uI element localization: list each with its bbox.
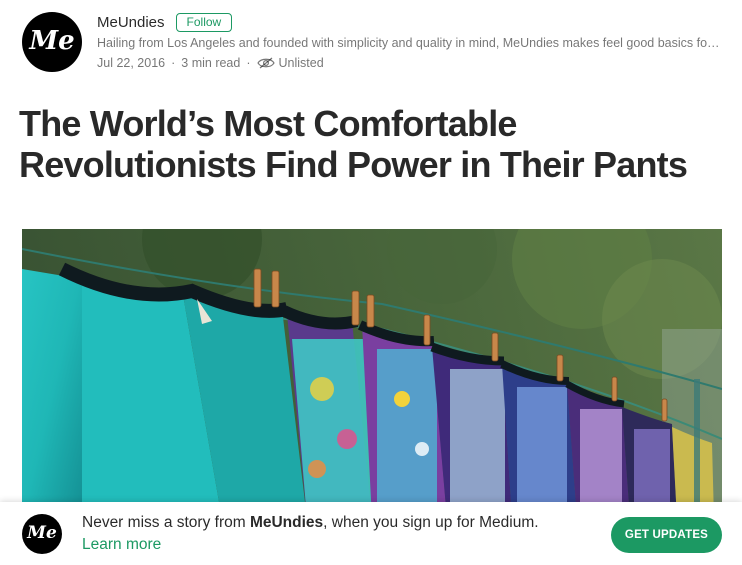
author-name-link[interactable]: MeUndies [97, 14, 165, 31]
follow-button[interactable]: Follow [175, 12, 233, 32]
article-title-line-1: The World’s Most Comfortable [19, 103, 517, 144]
visibility-label: Unlisted [278, 56, 324, 70]
post-date[interactable]: Jul 22, 2016 [97, 56, 165, 70]
get-updates-button[interactable]: GET UPDATES [611, 517, 722, 553]
avatar-logo-text: Me [29, 26, 75, 56]
signup-banner: Me Never miss a story from MeUndies, whe… [0, 502, 742, 565]
meta-separator: · [171, 56, 176, 70]
author-meta: MeUndies Follow Hailing from Los Angeles… [97, 12, 723, 70]
article-title: The World’s Most Comfortable Revolutioni… [19, 103, 719, 185]
author-header: Me MeUndies Follow Hailing from Los Ange… [22, 12, 723, 74]
article-title-line-2: Revolutionists Find Power in Their Pants [19, 144, 688, 185]
banner-avatar[interactable]: Me [22, 514, 62, 554]
banner-message-suffix: , when you sign up for Medium. [323, 514, 539, 531]
banner-avatar-logo-text: Me [27, 523, 57, 543]
eye-slash-icon [256, 57, 275, 69]
banner-message-prefix: Never miss a story from [82, 514, 250, 531]
banner-message: Never miss a story from MeUndies, when y… [82, 514, 539, 532]
learn-more-link[interactable]: Learn more [82, 536, 161, 554]
post-meta: Jul 22, 2016 · 3 min read · Unlisted [97, 56, 722, 70]
author-avatar[interactable]: Me [22, 12, 82, 72]
author-bio: Hailing from Los Angeles and founded wit… [97, 36, 723, 50]
hero-image [22, 229, 722, 519]
read-time: 3 min read [181, 56, 241, 70]
banner-message-brand: MeUndies [249, 514, 324, 531]
author-name-row: MeUndies Follow [97, 12, 722, 32]
meta-separator: · [246, 56, 251, 70]
